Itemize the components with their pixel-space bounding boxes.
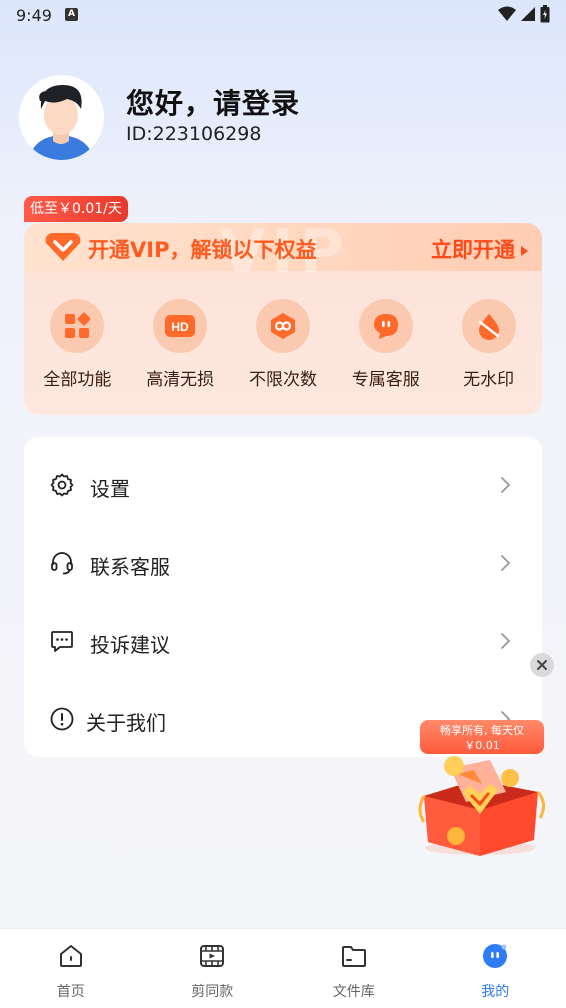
benefit-label: 不限次数 [248,370,317,390]
vip-card[interactable]: VIP 开通VIP，解锁以下权益 立即开通 全部功能 HD 高清无损 不限次数 … [24,223,542,415]
avatar[interactable] [19,75,104,160]
vip-open-label: 立即开通 [431,238,515,262]
hd-icon: HD [165,315,196,337]
tab-label: 我的 [481,984,510,1000]
tab-mine[interactable]: 我的 [425,929,566,1008]
menu-label: 设置 [90,477,130,501]
info-icon [50,707,74,731]
chevron-right-icon [501,477,511,493]
video-template-icon [200,945,225,967]
benefit-label: 高清无损 [146,370,215,390]
vip-price-badge: 低至￥0.01/天 [24,196,128,222]
chat-bubble-icon [373,314,398,339]
vip-header[interactable]: VIP 开通VIP，解锁以下权益 立即开通 [24,223,542,287]
benefit-label: 无水印 [463,370,515,390]
promo-line-1: 畅享所有, 每天仅 [440,724,524,737]
message-icon [51,631,73,652]
benefit-hd[interactable]: HD 高清无损 [131,299,229,390]
vip-title: 开通VIP，解锁以下权益 [88,238,317,262]
promo-tag: 畅享所有, 每天仅 ￥0.01 [420,720,544,754]
signal-icon [521,7,535,21]
status-time: 9:49 [16,6,52,25]
menu-label: 联系客服 [90,555,170,579]
menu-item-contact-service[interactable]: 联系客服 [24,524,542,602]
arrow-right-icon [521,246,528,256]
chevron-right-icon [501,555,511,571]
vip-benefits: 全部功能 HD 高清无损 不限次数 专属客服 无水印 [24,299,542,390]
close-icon [537,660,547,670]
grid-icon [65,312,91,338]
tab-label: 剪同款 [191,984,234,1000]
headset-icon [51,552,73,575]
battery-icon [540,5,550,23]
menu-label: 投诉建议 [90,633,170,657]
vip-promo-gift[interactable]: 畅享所有, 每天仅 ￥0.01 [410,718,550,858]
wifi-icon [498,6,516,21]
tab-files[interactable]: 文件库 [283,929,425,1008]
status-bar: 9:49 A [0,0,566,30]
menu-label: 关于我们 [86,711,166,735]
bottom-tab-bar: 首页 剪同款 文件库 我的 [0,928,566,1008]
benefit-unlimited[interactable]: 不限次数 [234,299,332,390]
chevron-right-icon [501,633,511,649]
no-watermark-icon [478,314,499,340]
menu-list: 设置 联系客服 投诉建议 关于我们 [24,437,542,757]
menu-item-feedback[interactable]: 投诉建议 [24,602,542,680]
promo-close-button[interactable] [530,653,554,677]
tab-home[interactable]: 首页 [0,929,142,1008]
promo-line-2: ￥0.01 [464,739,500,752]
folder-icon [341,946,366,967]
avatar-illustration [19,75,104,160]
gear-icon [50,473,74,497]
infinity-icon [270,313,295,339]
menu-item-settings[interactable]: 设置 [24,446,542,524]
benefit-label: 专属客服 [351,370,420,390]
tab-label: 首页 [56,984,85,1000]
vip-heart-icon [45,233,81,261]
benefit-no-watermark[interactable]: 无水印 [440,299,538,390]
svg-text:HD: HD [172,320,190,334]
status-notification-icon: A [65,8,78,21]
profile-icon [483,944,508,968]
login-greeting[interactable]: 您好，请登录 [126,82,300,122]
tab-label: 文件库 [332,984,375,1000]
benefit-service[interactable]: 专属客服 [337,299,435,390]
vip-open-button[interactable]: 立即开通 [431,234,528,264]
tab-templates[interactable]: 剪同款 [142,929,284,1008]
user-id: ID:223106298 [126,123,262,145]
benefit-all-features[interactable]: 全部功能 [28,299,126,390]
benefit-label: 全部功能 [43,370,112,390]
home-icon [59,945,82,967]
